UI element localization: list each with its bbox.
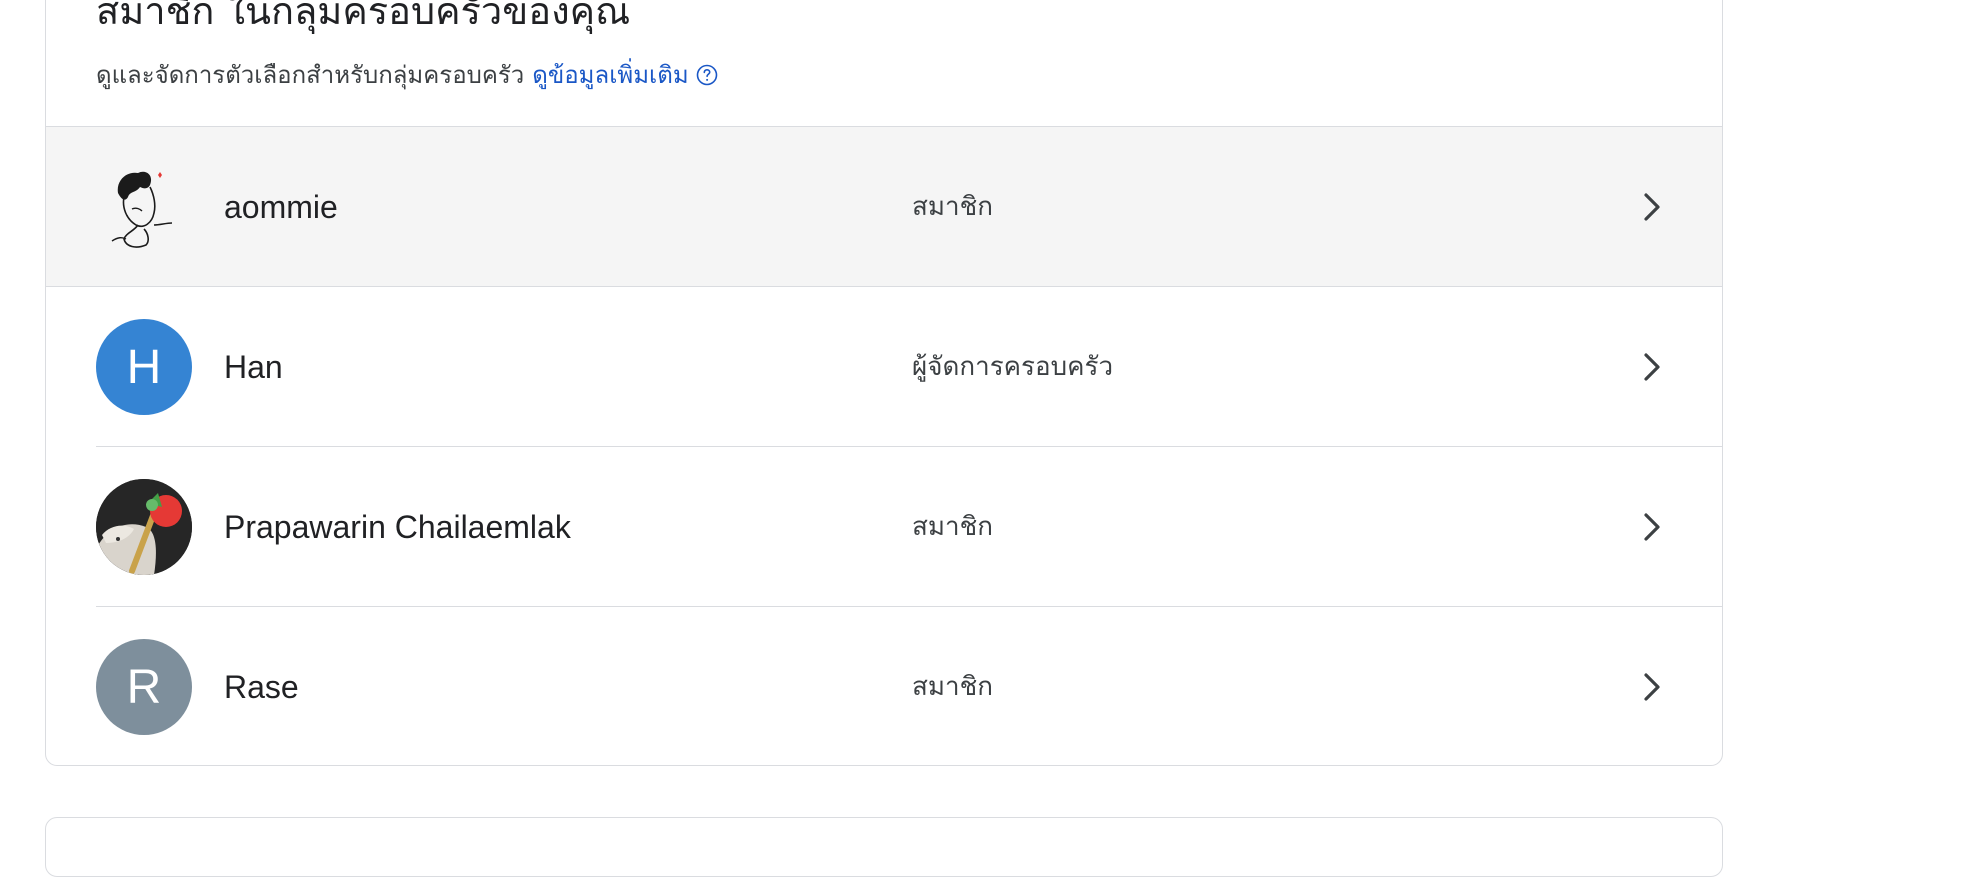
help-circle-icon bbox=[696, 64, 717, 86]
page-title: สมาชิก ในกลุ่มครอบครัวของคุณ bbox=[96, 0, 631, 33]
avatar-initial: R bbox=[126, 660, 162, 714]
avatar: H bbox=[96, 319, 192, 415]
avatar bbox=[96, 479, 192, 575]
chevron-right-icon bbox=[1644, 193, 1660, 221]
cat-photo-avatar bbox=[96, 479, 192, 575]
member-role: สมาชิก bbox=[912, 192, 993, 222]
subtitle-text: ดูและจัดการตัวเลือกสำหรับกลุ่มครอบครัว bbox=[96, 61, 525, 89]
member-name: Han bbox=[224, 349, 283, 385]
member-row-aommie[interactable]: aommie สมาชิก bbox=[46, 127, 1722, 287]
chevron-right-icon bbox=[1644, 673, 1660, 701]
card-subtitle: ดูและจัดการตัวเลือกสำหรับกลุ่มครอบครัว ด… bbox=[96, 59, 719, 91]
member-row-han[interactable]: H Han ผู้จัดการครอบครัว bbox=[46, 287, 1722, 447]
member-row-prapawarin[interactable]: Prapawarin Chailaemlak สมาชิก bbox=[46, 447, 1722, 607]
avatar: R bbox=[96, 639, 192, 735]
next-card bbox=[45, 817, 1723, 877]
card-header: สมาชิก ในกลุ่มครอบครัวของคุณ ดูและจัดการ… bbox=[46, 0, 1722, 127]
learn-more-label: ดูข้อมูลเพิ่มเติม bbox=[532, 61, 689, 89]
member-name: Rase bbox=[224, 669, 299, 705]
learn-more-link[interactable]: ดูข้อมูลเพิ่มเติม bbox=[532, 59, 718, 91]
member-row-rase[interactable]: R Rase สมาชิก bbox=[46, 607, 1722, 765]
line-drawing-avatar bbox=[111, 171, 173, 248]
family-members-card: สมาชิก ในกลุ่มครอบครัวของคุณ ดูและจัดการ… bbox=[45, 0, 1723, 766]
member-role: ผู้จัดการครอบครัว bbox=[912, 352, 1114, 382]
avatar-initial: H bbox=[126, 340, 162, 394]
member-name: Prapawarin Chailaemlak bbox=[224, 509, 571, 545]
chevron-right-icon bbox=[1644, 513, 1660, 541]
avatar bbox=[96, 159, 192, 255]
chevron-right-icon bbox=[1644, 353, 1660, 381]
member-name: aommie bbox=[224, 189, 338, 225]
member-role: สมาชิก bbox=[912, 672, 993, 702]
member-role: สมาชิก bbox=[912, 512, 993, 542]
